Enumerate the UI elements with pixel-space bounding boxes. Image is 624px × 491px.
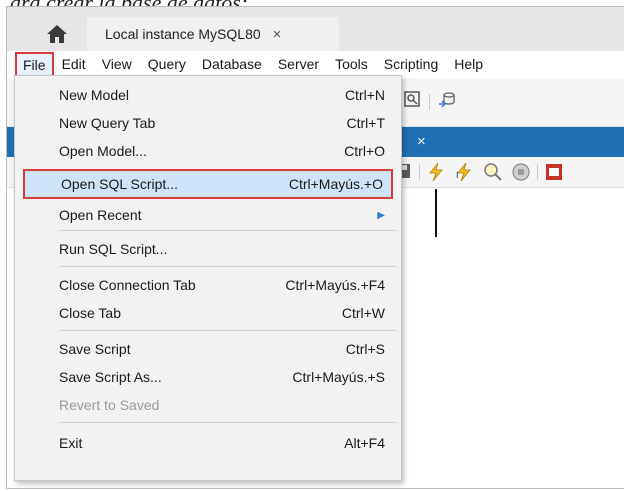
- editor-caret: [435, 189, 437, 237]
- menu-item-open-model[interactable]: Open Model... Ctrl+O: [59, 138, 393, 164]
- menu-item-revert-to-saved: Revert to Saved: [59, 397, 160, 413]
- menu-scripting[interactable]: Scripting: [376, 51, 446, 78]
- menubar: File Edit View Query Database Server Too…: [7, 51, 624, 78]
- menu-help[interactable]: Help: [446, 51, 491, 78]
- menu-item-open-sql-script[interactable]: Open SQL Script... Ctrl+Mayús.+O: [23, 169, 393, 199]
- menu-edit[interactable]: Edit: [54, 51, 94, 78]
- menu-item-save-script[interactable]: Save Script Ctrl+S: [59, 336, 393, 362]
- menu-item-new-query-tab[interactable]: New Query Tab Ctrl+T: [59, 110, 393, 136]
- menu-item-close-tab[interactable]: Close Tab Ctrl+W: [59, 300, 393, 326]
- menu-tools[interactable]: Tools: [327, 51, 376, 78]
- database-reconnect-icon[interactable]: [437, 90, 457, 110]
- file-menu-dropdown: New Model Ctrl+N New Query Tab Ctrl+T Op…: [14, 75, 402, 481]
- inspector-icon[interactable]: [403, 90, 421, 108]
- toggle-results-icon[interactable]: [545, 163, 563, 181]
- close-icon[interactable]: ×: [273, 26, 282, 43]
- menu-item-open-recent[interactable]: Open Recent ▶: [59, 202, 393, 228]
- menu-separator: [59, 230, 397, 231]
- menu-item-new-model[interactable]: New Model Ctrl+N: [59, 82, 393, 108]
- submenu-arrow-icon: ▶: [377, 209, 385, 221]
- explain-magnifier-icon[interactable]: [483, 162, 503, 182]
- connection-tab[interactable]: Local instance MySQL80 ×: [87, 17, 339, 51]
- stop-icon[interactable]: [511, 162, 531, 182]
- menu-view[interactable]: View: [94, 51, 140, 78]
- home-icon: [47, 25, 67, 43]
- menu-item-run-sql-script[interactable]: Run SQL Script...: [59, 236, 393, 262]
- close-icon[interactable]: ×: [417, 133, 426, 150]
- menu-database[interactable]: Database: [194, 51, 270, 78]
- connection-tabstrip: Local instance MySQL80 ×: [7, 7, 624, 51]
- home-tab[interactable]: [31, 17, 83, 51]
- menu-query[interactable]: Query: [140, 51, 194, 78]
- menu-server[interactable]: Server: [270, 51, 327, 78]
- menu-item-close-connection-tab[interactable]: Close Connection Tab Ctrl+Mayús.+F4: [59, 272, 393, 298]
- execute-lightning-icon[interactable]: [427, 162, 445, 182]
- menu-item-save-script-as[interactable]: Save Script As... Ctrl+Mayús.+S: [59, 364, 393, 390]
- connection-tab-label: Local instance MySQL80: [105, 26, 261, 42]
- menu-item-exit[interactable]: Exit Alt+F4: [59, 430, 393, 456]
- menu-separator: [59, 330, 397, 331]
- svg-text:I: I: [456, 170, 459, 180]
- menu-separator: [59, 266, 397, 267]
- execute-current-icon[interactable]: I: [455, 162, 473, 182]
- menu-separator: [59, 422, 397, 423]
- menu-file[interactable]: File: [15, 51, 54, 78]
